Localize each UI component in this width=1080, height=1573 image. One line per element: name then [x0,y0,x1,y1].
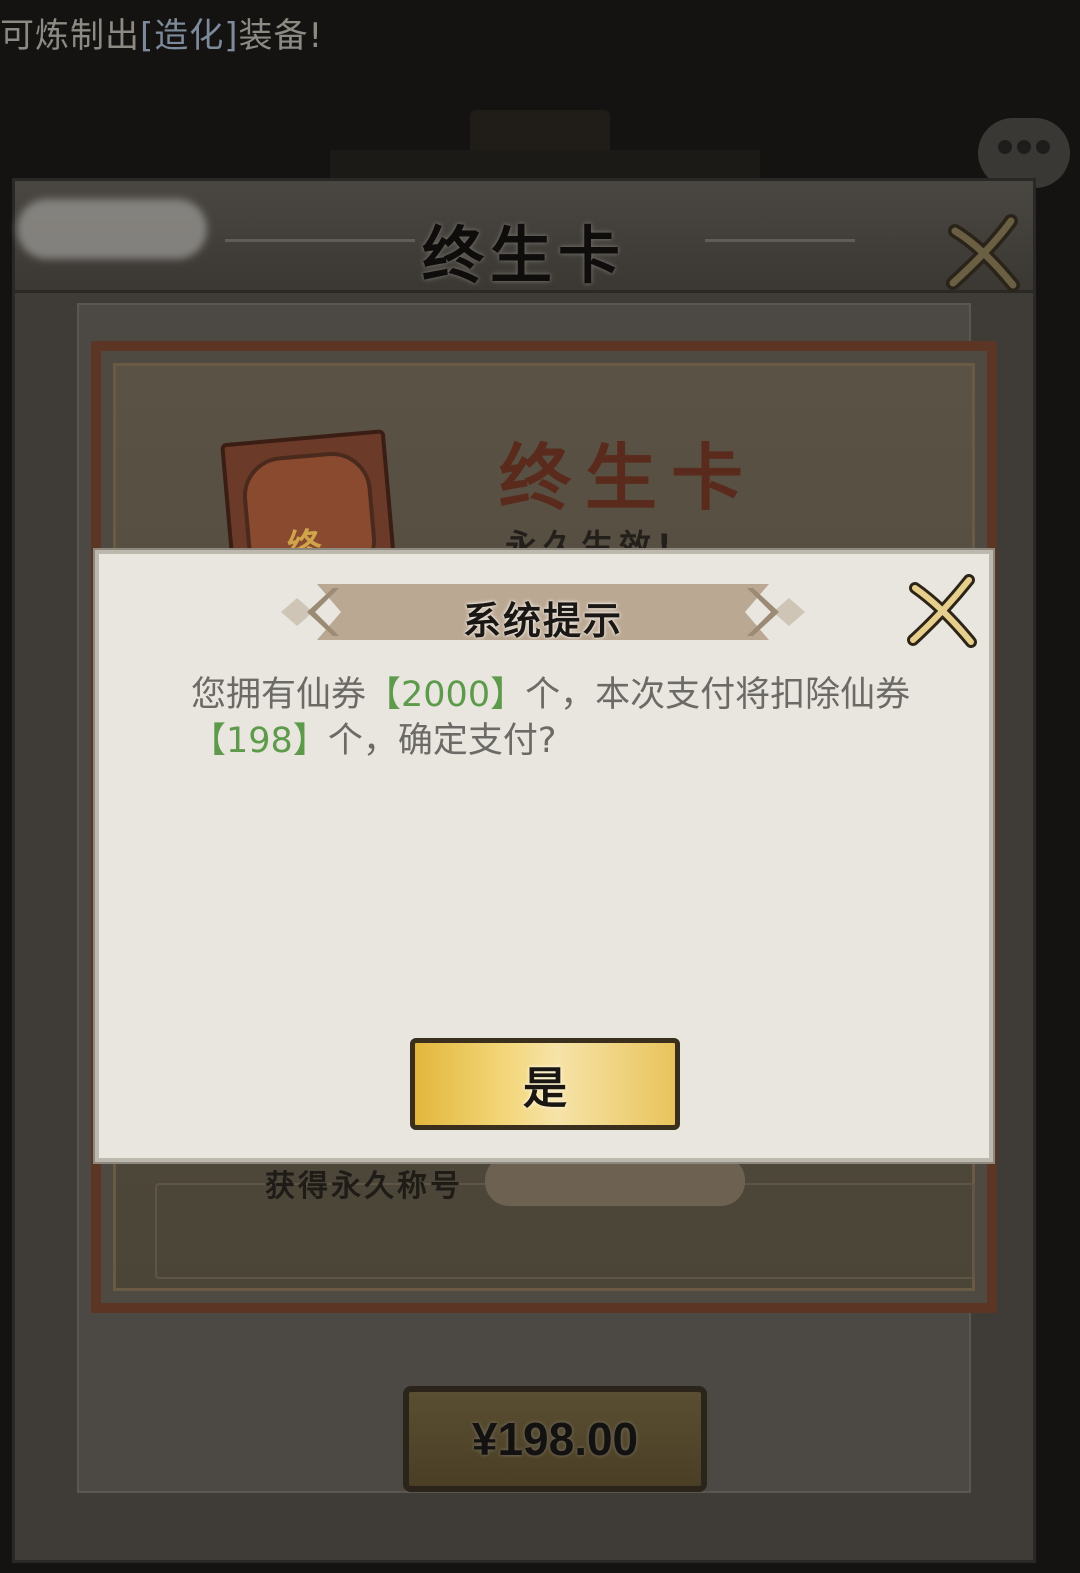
dialog-title-banner: 系统提示 [277,584,809,643]
notice-suffix: 装备! [238,16,324,56]
confirm-button[interactable]: 是 [410,1038,680,1130]
card-window-title: 终生卡 [421,219,626,292]
purchase-price-button[interactable]: ¥198.00 [403,1386,707,1492]
message-part-1: 您拥有仙券 [191,675,367,715]
card-subtitle: 终生卡 [499,436,758,520]
message-part-3: 个，确定支付? [327,721,557,761]
cost-amount: 【198】 [191,721,328,761]
refine-notice: 可炼制出[造化]装备! [0,8,323,57]
dialog-title: 系统提示 [462,599,623,643]
notice-item: [造化] [140,16,239,56]
message-part-2: 个，本次支付将扣除仙券 [525,675,911,715]
notice-prefix: 可炼制出 [0,16,140,56]
system-prompt-dialog: 系统提示 您拥有仙券【2000】个，本次支付将扣除仙券【198】个，确定支付? … [95,550,993,1162]
card-window-header: 终生卡 [15,181,1033,293]
owned-amount: 【2000】 [366,675,526,715]
close-icon[interactable] [907,574,981,648]
benefit-title-tag [485,1156,745,1206]
dialog-message: 您拥有仙券【2000】个，本次支付将扣除仙券【198】个，确定支付? [191,672,911,764]
background-bar [330,150,760,180]
card-benefit-text: 获得永久称号 [265,1169,463,1204]
close-icon[interactable] [945,213,1025,293]
